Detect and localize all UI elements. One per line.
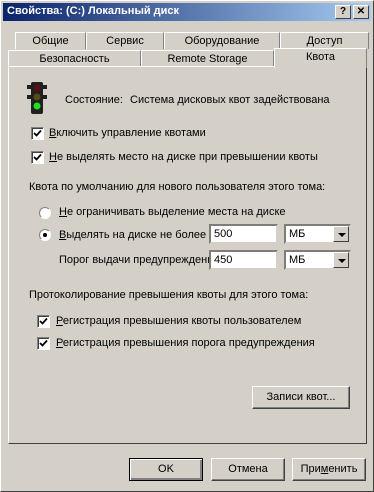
log-warning-label[interactable]: Регистрация превышения порога предупрежд… <box>56 337 315 349</box>
warning-unit-select[interactable]: МБ <box>284 250 351 270</box>
check-icon <box>39 339 48 347</box>
properties-dialog: Свойства: (C:) Локальный диск ? ✕ Общие … <box>0 0 374 492</box>
warning-unit-value: МБ <box>289 254 306 266</box>
tab-security[interactable]: Безопасность <box>8 50 141 67</box>
warning-value-input[interactable]: 450 <box>209 250 278 270</box>
ok-button[interactable]: OK <box>129 458 203 481</box>
tab-hardware[interactable]: Оборудование <box>164 32 280 49</box>
no-limit-radio[interactable] <box>39 207 51 219</box>
help-button[interactable]: ? <box>335 5 351 19</box>
log-quota-label[interactable]: Регистрация превышения квоты пользовател… <box>56 315 301 327</box>
tab-sharing[interactable]: Доступ <box>280 32 369 49</box>
enable-quota-label[interactable]: Включить управление квотами <box>49 127 206 139</box>
status-label: Состояние: <box>65 94 123 106</box>
deny-space-label[interactable]: Не выделять место на диске при превышени… <box>49 151 318 163</box>
no-limit-label[interactable]: Не ограничивать выделение места на диске <box>59 206 286 218</box>
deny-space-checkbox[interactable] <box>31 151 44 164</box>
apply-button[interactable]: Применить <box>292 458 366 481</box>
limit-to-label[interactable]: Выделять на диске не более <box>59 229 206 241</box>
chevron-down-icon[interactable] <box>333 226 349 242</box>
quota-entries-button[interactable]: Записи квот... <box>252 386 350 409</box>
tab-general[interactable]: Общие <box>15 32 86 49</box>
default-limit-heading: Квота по умолчанию для нового пользовате… <box>29 181 326 193</box>
log-warning-checkbox[interactable] <box>37 337 50 350</box>
tab-remote-storage[interactable]: Remote Storage <box>141 50 274 67</box>
chevron-down-icon[interactable] <box>333 252 349 268</box>
log-quota-checkbox[interactable] <box>37 315 50 328</box>
tab-quota[interactable]: Квота <box>274 48 367 68</box>
close-button[interactable]: ✕ <box>353 5 369 19</box>
warning-label: Порог выдачи предупреждений <box>59 254 220 266</box>
check-icon <box>33 129 42 137</box>
limit-to-radio[interactable] <box>39 229 51 241</box>
status-value: Система дисковых квот задействована <box>130 94 330 106</box>
quota-panel: Состояние: Система дисковых квот задейст… <box>8 66 367 444</box>
traffic-light-icon <box>25 82 49 119</box>
check-icon <box>39 317 48 325</box>
check-icon <box>33 153 42 161</box>
logging-heading: Протоколирование превышения квоты для эт… <box>29 289 309 301</box>
cancel-button[interactable]: Отмена <box>211 458 285 481</box>
limit-unit-value: МБ <box>289 228 306 240</box>
title-bar[interactable]: Свойства: (C:) Локальный диск ? ✕ <box>3 3 371 21</box>
limit-value-input[interactable]: 500 <box>209 224 278 244</box>
enable-quota-checkbox[interactable] <box>31 127 44 140</box>
limit-unit-select[interactable]: МБ <box>284 224 351 244</box>
tab-tools[interactable]: Сервис <box>86 32 164 49</box>
window-title: Свойства: (C:) Локальный диск <box>7 5 180 17</box>
